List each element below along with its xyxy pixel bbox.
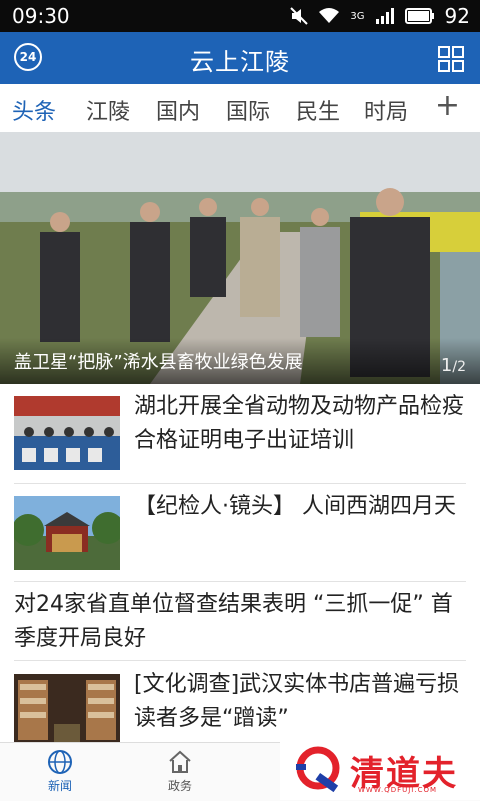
watermark-url: WWW.QDFUJI.COM (358, 786, 438, 794)
tab-international[interactable]: 国际 (226, 94, 270, 126)
nav-news-label: 新闻 (47, 779, 72, 793)
news-thumbnail (14, 396, 120, 470)
nav-news[interactable]: 新闻 (30, 749, 90, 794)
tab-current-affairs[interactable]: 时局 (364, 94, 408, 126)
hero-pager: 1/2 (440, 355, 466, 376)
q-logo-icon (296, 746, 340, 793)
app-bar: 24 云上江陵 (0, 32, 480, 84)
list-item[interactable]: 【纪检人·镜头】 人间西湖四月天 (0, 484, 480, 582)
grid-menu-icon[interactable] (438, 46, 464, 72)
watermark-logo: 清道夫 WWW.QDFUJI.COM (280, 742, 480, 800)
news-title: 【纪检人·镜头】 人间西湖四月天 (134, 494, 456, 519)
news-title: 对24家省直单位督查结果表明 “三抓一促” 首季度开局良好 (14, 592, 453, 651)
signal-icon (375, 8, 394, 24)
nav-government[interactable]: 政务 (150, 749, 210, 794)
home-icon (169, 750, 191, 773)
nav-government-label: 政务 (167, 779, 192, 793)
news-thumbnail (14, 674, 120, 748)
wifi-icon (319, 8, 340, 23)
news-title: 湖北开展全省动物及动物产品检疫合格证明电子出证培训 (134, 394, 465, 453)
app-title: 云上江陵 (190, 48, 290, 76)
category-tabs: 头条 江陵 国内 国际 民生 时局 + (0, 84, 480, 133)
status-time: 09:30 (12, 4, 70, 28)
add-tab-button[interactable]: + (435, 88, 460, 123)
hero-caption: 盖卫星“把脉”浠水县畜牧业绿色发展 (14, 352, 303, 373)
tab-headlines[interactable]: 头条 (12, 94, 56, 126)
list-item[interactable]: 湖北开展全省动物及动物产品检疫合格证明电子出证培训 (0, 384, 480, 484)
list-item[interactable]: [文化调查]武汉实体书店普遍亏损 读者多是“蹭读” (0, 662, 480, 748)
mute-icon (290, 7, 309, 25)
tab-domestic[interactable]: 国内 (156, 94, 200, 126)
tab-livelihood[interactable]: 民生 (296, 94, 340, 126)
battery-icon (404, 8, 434, 24)
hero-banner[interactable]: 盖卫星“把脉”浠水县畜牧业绿色发展 1/2 (0, 132, 480, 384)
tab-jiangling[interactable]: 江陵 (86, 94, 130, 126)
list-item[interactable]: 对24家省直单位督查结果表明 “三抓一促” 首季度开局良好 (0, 582, 480, 661)
battery-percent: 92 (444, 4, 470, 28)
news-title: [文化调查]武汉实体书店普遍亏损 读者多是“蹭读” (134, 672, 460, 731)
status-bar: 09:30 3G 92 (0, 0, 480, 32)
news-thumbnail (14, 496, 120, 570)
network-type: 3G (350, 10, 365, 22)
globe-icon (48, 750, 72, 774)
